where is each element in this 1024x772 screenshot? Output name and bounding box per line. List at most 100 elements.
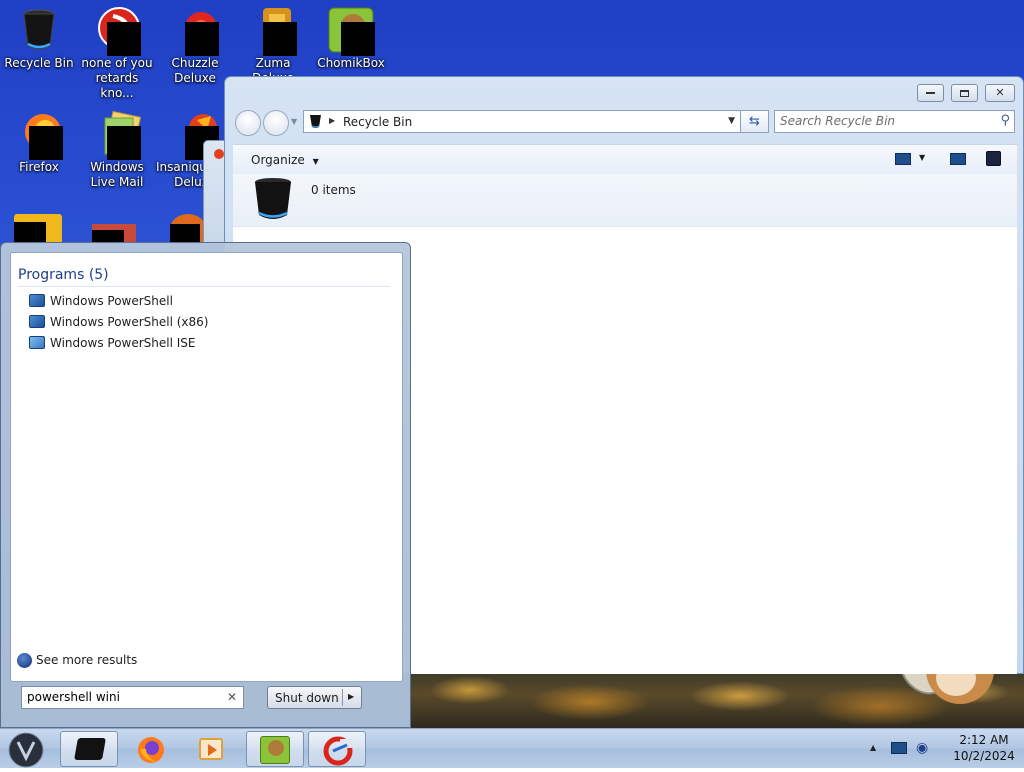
program-item-windows-powershell-x86[interactable]: Windows PowerShell (x86) <box>29 312 389 332</box>
ccleaner-icon <box>323 736 353 766</box>
start-search-input[interactable] <box>27 690 217 704</box>
redacted-block <box>14 222 46 244</box>
program-label: Windows PowerShell <box>50 294 173 308</box>
desktop-icon-shortcut[interactable]: none of you retards kno... <box>78 6 156 101</box>
change-view-icon[interactable] <box>895 153 911 165</box>
organize-label: Organize <box>251 153 305 167</box>
clock-date: 10/2/2024 <box>953 749 1015 763</box>
address-dropdown-icon[interactable]: ▼ <box>728 116 735 126</box>
clear-search-icon[interactable]: ✕ <box>227 690 237 704</box>
powershell-icon <box>29 294 45 307</box>
redacted-block <box>185 22 219 56</box>
refresh-button[interactable]: ⇆ <box>741 110 769 133</box>
desktop-icon-zuma-deluxe[interactable]: Zuma Deluxe <box>234 6 312 86</box>
desktop-icon-label: none of you retards kno... <box>81 56 153 100</box>
view-options-dropdown-icon[interactable]: ▼ <box>919 153 925 162</box>
network-icon[interactable] <box>891 742 907 754</box>
taskbar-explorer-button[interactable] <box>60 731 118 767</box>
close-icon: ✕ <box>995 86 1005 99</box>
programs-header: Programs (5) <box>18 267 109 283</box>
desktop-icon-firefox[interactable]: Firefox <box>0 110 78 175</box>
program-label: Windows PowerShell ISE <box>50 336 196 350</box>
see-more-results-link[interactable]: See more results <box>17 652 217 672</box>
button-divider <box>342 689 343 706</box>
firefox-icon <box>138 737 164 763</box>
redacted-block <box>263 22 297 56</box>
close-button[interactable]: ✕ <box>985 84 1015 102</box>
help-icon[interactable] <box>986 151 1001 166</box>
recent-pages-dropdown-icon[interactable]: ▼ <box>291 117 297 126</box>
taskbar-ccleaner-button[interactable] <box>308 731 366 767</box>
show-hidden-icons-button[interactable]: ▲ <box>870 743 876 752</box>
address-bar[interactable]: ▶ Recycle Bin ▼ <box>303 110 741 133</box>
organize-button[interactable]: Organize ▼ <box>251 153 319 167</box>
mail-icon <box>93 110 142 160</box>
chomikbox-icon <box>260 736 290 764</box>
program-label: Windows PowerShell (x86) <box>50 315 209 329</box>
redacted-block <box>107 22 141 56</box>
desktop-icon-label: Windows Live Mail <box>90 160 144 189</box>
minimize-button[interactable] <box>917 84 944 102</box>
volume-icon[interactable]: ◉ <box>916 740 928 756</box>
shutdown-button[interactable]: Shut down ▶ <box>267 686 362 709</box>
refresh-icon: ⇆ <box>749 114 760 129</box>
media-player-icon <box>199 738 223 760</box>
search-icon: ⚲ <box>1000 113 1010 128</box>
taskbar-firefox-button[interactable] <box>122 731 180 767</box>
taskbar-media-player-button[interactable] <box>184 731 242 767</box>
redacted-block <box>29 126 63 160</box>
search-box[interactable]: ⚲ <box>774 110 1015 133</box>
details-pane: 0 items <box>233 174 1017 227</box>
desktop-icon-chuzzle-deluxe[interactable]: Chuzzle Deluxe <box>156 6 234 86</box>
back-button[interactable] <box>235 110 261 136</box>
search-input[interactable] <box>780 114 980 128</box>
start-button[interactable] <box>4 729 48 769</box>
breadcrumb-arrow-icon[interactable]: ▶ <box>329 116 335 125</box>
windows-orb-icon <box>8 732 44 768</box>
desktop-icon-partial[interactable] <box>170 214 206 244</box>
recycle-bin-icon <box>15 6 63 54</box>
desktop-icon-label: Firefox <box>19 160 59 174</box>
start-menu-results-pane: Programs (5) Windows PowerShell Windows … <box>10 252 403 682</box>
zuma-icon <box>249 6 297 56</box>
program-item-windows-powershell[interactable]: Windows PowerShell <box>29 291 389 311</box>
chomikbox-icon: X <box>327 6 375 56</box>
desktop-icon-partial[interactable] <box>92 224 136 244</box>
desktop-icon-label: Chuzzle Deluxe <box>171 56 219 85</box>
desktop-icon-label: ChomikBox <box>317 56 385 70</box>
preview-pane-icon[interactable] <box>950 153 966 165</box>
start-search-box[interactable]: ✕ <box>21 686 244 709</box>
shutdown-options-arrow-icon[interactable]: ▶ <box>348 692 354 701</box>
minimize-icon <box>926 92 935 94</box>
taskbar: ▲ ◉ 2:12 AM 10/2/2024 <box>0 728 1024 768</box>
program-item-windows-powershell-ise[interactable]: Windows PowerShell ISE <box>29 333 389 353</box>
recycle-bin-taskbar-icon <box>74 738 106 760</box>
desktop-icon-recycle-bin[interactable]: Recycle Bin <box>0 6 78 71</box>
firefox-icon <box>15 110 63 160</box>
taskbar-chomikbox-button[interactable] <box>246 731 304 767</box>
search-results-icon <box>17 653 32 668</box>
desktop-icon-windows-live-mail[interactable]: Windows Live Mail <box>78 110 156 190</box>
taskbar-clock[interactable]: 2:12 AM 10/2/2024 <box>944 732 1024 764</box>
see-more-label: See more results <box>36 653 138 667</box>
desktop-icon-chomikbox[interactable]: X ChomikBox <box>312 6 390 71</box>
maximize-button[interactable] <box>951 84 978 102</box>
clock-time: 2:12 AM <box>959 733 1009 747</box>
command-bar: Organize ▼ ▼ <box>233 144 1017 174</box>
maximize-icon <box>960 89 969 97</box>
shutdown-label: Shut down <box>275 691 339 705</box>
powershell-ise-icon <box>29 336 45 349</box>
app-icon <box>93 6 141 56</box>
start-menu[interactable]: Programs (5) Windows PowerShell Windows … <box>0 242 411 728</box>
redacted-block <box>107 126 141 160</box>
powershell-icon <box>29 315 45 328</box>
section-divider <box>18 286 390 287</box>
chuzzle-icon <box>171 6 219 56</box>
address-location[interactable]: Recycle Bin <box>343 115 412 129</box>
redacted-block <box>341 22 375 56</box>
recycle-bin-small-icon <box>309 114 322 132</box>
forward-button[interactable] <box>263 110 289 136</box>
desktop-icon-partial[interactable] <box>14 214 62 244</box>
item-count: 0 items <box>311 183 356 197</box>
redacted-block <box>170 224 200 244</box>
